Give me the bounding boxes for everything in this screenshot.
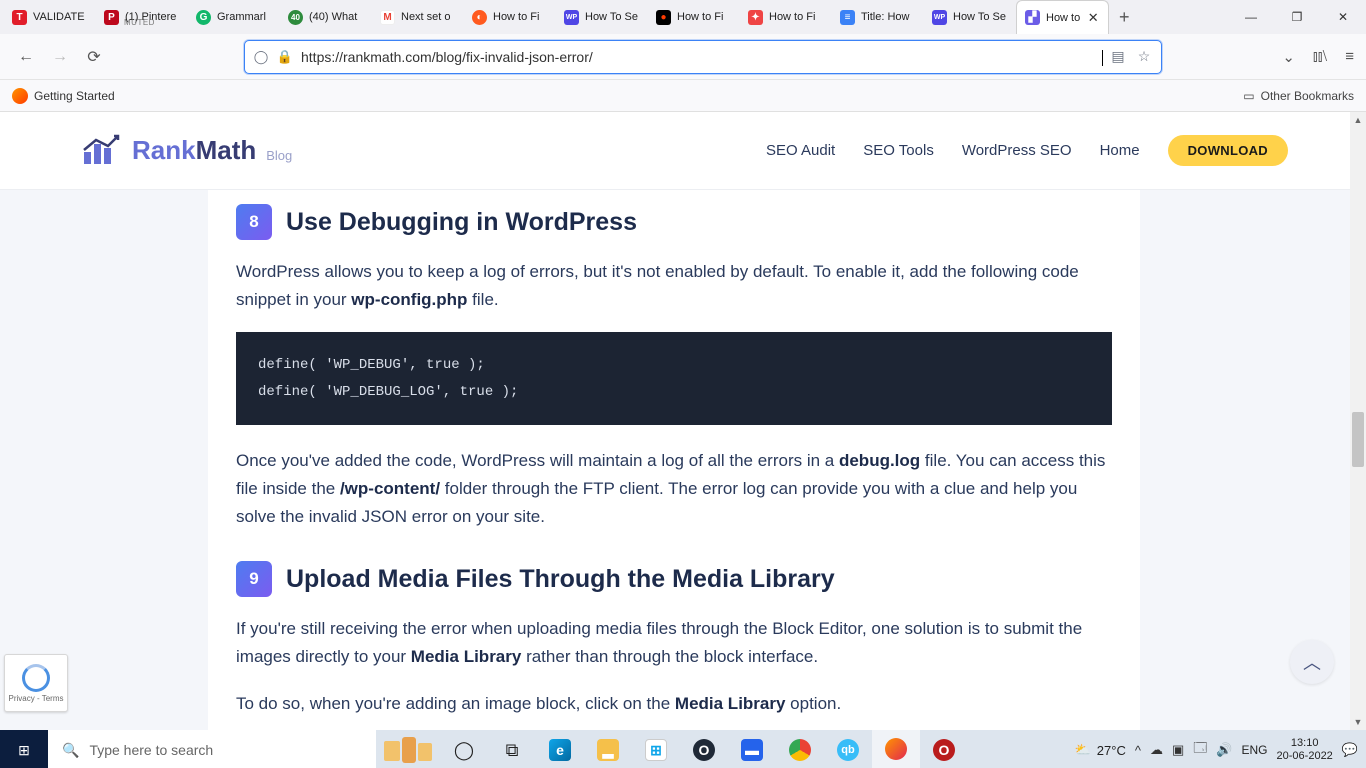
- browser-tab-active[interactable]: ▞How to✕: [1016, 0, 1109, 34]
- heading-section-8: 8 Use Debugging in WordPress: [236, 204, 1112, 240]
- browser-tab[interactable]: ≡Title: How: [832, 0, 924, 34]
- browser-tab[interactable]: WPHow To Se: [924, 0, 1016, 34]
- weather-widget[interactable]: ⛅27°C: [1075, 742, 1126, 758]
- scroll-to-top-button[interactable]: ︿: [1290, 640, 1334, 684]
- scroll-up-arrow-icon[interactable]: ▲: [1350, 112, 1366, 128]
- paragraph: WordPress allows you to keep a log of er…: [236, 258, 1112, 314]
- window-maximize-button[interactable]: ❐: [1274, 0, 1320, 34]
- taskbar-apps: ◯ ⧉ e ▂ ⊞ O ▬ qb O: [440, 730, 968, 768]
- taskbar-app-chrome[interactable]: [776, 730, 824, 768]
- app-menu-icon[interactable]: ≡: [1345, 48, 1354, 66]
- battery-icon[interactable]: 🗔: [1193, 739, 1207, 761]
- taskbar-app-opera[interactable]: O: [680, 730, 728, 768]
- taskbar-app-qbit[interactable]: qb: [824, 730, 872, 768]
- taskbar-clock[interactable]: 13:1020-06-2022: [1277, 737, 1333, 762]
- folder-icon: ▭: [1243, 89, 1254, 103]
- article-content: 8 Use Debugging in WordPress WordPress a…: [208, 190, 1140, 730]
- browser-tab[interactable]: TVALIDATE: [4, 0, 96, 34]
- back-button[interactable]: ←: [12, 43, 40, 71]
- browser-tab[interactable]: ◐How to Fi: [464, 0, 556, 34]
- new-tab-button[interactable]: +: [1109, 0, 1139, 34]
- browser-tab-strip: TVALIDATE P(1) PintereMUTED GGrammarl 40…: [0, 0, 1366, 34]
- taskbar-app-opera-red[interactable]: O: [920, 730, 968, 768]
- bookmark-star-icon[interactable]: ☆: [1135, 48, 1153, 66]
- nav-seo-audit[interactable]: SEO Audit: [766, 142, 835, 159]
- site-logo[interactable]: RankMath Blog: [78, 134, 292, 168]
- search-icon: 🔍: [62, 742, 79, 759]
- recaptcha-badge[interactable]: Privacy - Terms: [4, 654, 68, 712]
- paragraph: To do so, when you're adding an image bl…: [236, 690, 1112, 718]
- nav-home[interactable]: Home: [1100, 142, 1140, 159]
- lock-icon[interactable]: 🔒: [277, 49, 293, 65]
- browser-toolbar: ← → ⟳ ◯ 🔒 https://rankmath.com/blog/fix-…: [0, 34, 1366, 80]
- url-text[interactable]: https://rankmath.com/blog/fix-invalid-js…: [301, 49, 1101, 65]
- taskbar-app-store[interactable]: ⊞: [632, 730, 680, 768]
- browser-tab[interactable]: ●How to Fi: [648, 0, 740, 34]
- address-bar[interactable]: ◯ 🔒 https://rankmath.com/blog/fix-invali…: [244, 40, 1162, 74]
- browser-tab[interactable]: GGrammarl: [188, 0, 280, 34]
- reader-mode-icon[interactable]: ▤: [1109, 48, 1127, 66]
- taskbar-search[interactable]: 🔍Type here to search: [48, 730, 376, 768]
- onedrive-icon[interactable]: ☁: [1150, 742, 1163, 758]
- tray-chevron-icon[interactable]: ^: [1135, 743, 1141, 758]
- browser-tab[interactable]: WPHow To Se: [556, 0, 648, 34]
- logo-mark-icon: [78, 134, 128, 168]
- recaptcha-icon: [22, 664, 50, 692]
- shield-icon[interactable]: ◯: [253, 49, 269, 65]
- download-button[interactable]: DOWNLOAD: [1168, 135, 1288, 166]
- taskbar-widget[interactable]: [376, 730, 440, 768]
- system-tray: ⛅27°C ^ ☁ ▣ 🗔 🔊 ENG 13:1020-06-2022 💬: [1075, 737, 1366, 762]
- firefox-icon: [12, 88, 28, 104]
- chevron-up-icon: ︿: [1303, 649, 1321, 675]
- taskbar-app-explorer[interactable]: ▂: [584, 730, 632, 768]
- page-viewport: RankMath Blog SEO Audit SEO Tools WordPr…: [0, 112, 1366, 730]
- nav-seo-tools[interactable]: SEO Tools: [863, 142, 934, 159]
- weather-icon: ⛅: [1075, 742, 1091, 758]
- other-bookmarks-button[interactable]: ▭Other Bookmarks: [1243, 89, 1354, 103]
- nav-wordpress-seo[interactable]: WordPress SEO: [962, 142, 1072, 159]
- heading-section-9: 9 Upload Media Files Through the Media L…: [236, 561, 1112, 597]
- browser-tab[interactable]: ✦How to Fi: [740, 0, 832, 34]
- library-icon[interactable]: ⫾⫾⧵: [1313, 48, 1327, 66]
- volume-icon[interactable]: 🔊: [1216, 742, 1232, 758]
- notifications-icon[interactable]: 💬: [1342, 742, 1358, 758]
- task-view-button[interactable]: ◯: [440, 730, 488, 768]
- taskbar-app-mail[interactable]: ▬: [728, 730, 776, 768]
- windows-icon: ⊞: [18, 742, 30, 759]
- pocket-icon[interactable]: ⌄: [1282, 48, 1295, 66]
- code-block: define( 'WP_DEBUG', true ); define( 'WP_…: [236, 332, 1112, 425]
- reload-button[interactable]: ⟳: [80, 43, 108, 71]
- step-number-badge: 9: [236, 561, 272, 597]
- forward-button: →: [46, 43, 74, 71]
- bookmarks-bar: Getting Started ▭Other Bookmarks: [0, 80, 1366, 112]
- site-header: RankMath Blog SEO Audit SEO Tools WordPr…: [0, 112, 1366, 190]
- window-close-button[interactable]: ✕: [1320, 0, 1366, 34]
- scrollbar-thumb[interactable]: [1352, 412, 1364, 467]
- window-minimize-button[interactable]: —: [1228, 0, 1274, 34]
- vertical-scrollbar[interactable]: ▲ ▼: [1350, 112, 1366, 730]
- paragraph: Once you've added the code, WordPress wi…: [236, 447, 1112, 531]
- bookmark-getting-started[interactable]: Getting Started: [12, 88, 115, 104]
- taskbar-app-firefox[interactable]: [872, 730, 920, 768]
- browser-tab[interactable]: P(1) PintereMUTED: [96, 0, 188, 34]
- main-nav: SEO Audit SEO Tools WordPress SEO Home D…: [766, 135, 1288, 166]
- scroll-down-arrow-icon[interactable]: ▼: [1350, 714, 1366, 730]
- windows-taskbar: ⊞ 🔍Type here to search ◯ ⧉ e ▂ ⊞ O ▬ qb …: [0, 730, 1366, 768]
- browser-tab[interactable]: MNext set o: [372, 0, 464, 34]
- browser-tab[interactable]: 40(40) What: [280, 0, 372, 34]
- language-indicator[interactable]: ENG: [1242, 743, 1268, 757]
- taskbar-app-edge[interactable]: e: [536, 730, 584, 768]
- tray-meet-icon[interactable]: ▣: [1172, 742, 1184, 758]
- taskbar-app[interactable]: ⧉: [488, 730, 536, 768]
- close-tab-icon[interactable]: ✕: [1086, 11, 1100, 25]
- start-button[interactable]: ⊞: [0, 730, 48, 768]
- paragraph: If you're still receiving the error when…: [236, 615, 1112, 671]
- step-number-badge: 8: [236, 204, 272, 240]
